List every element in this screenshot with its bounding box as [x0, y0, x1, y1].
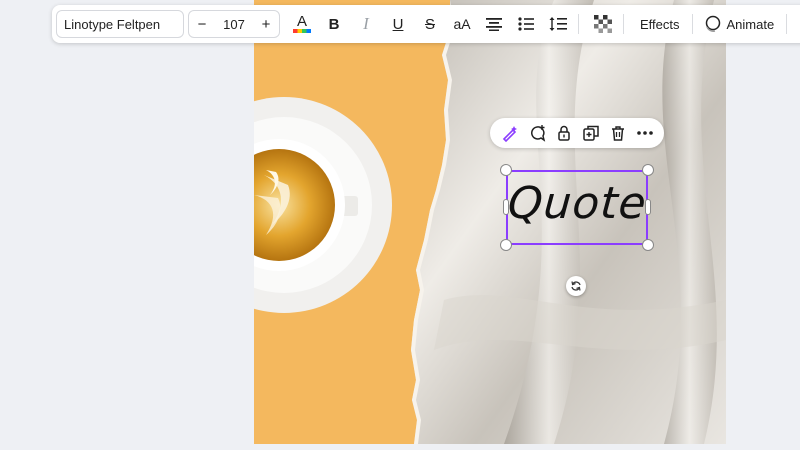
- letter-case-label: aA: [453, 16, 471, 32]
- page-background: [254, 0, 726, 444]
- bold-button[interactable]: B: [320, 10, 348, 38]
- animate-icon: [705, 15, 720, 32]
- resize-handle-bottom-right[interactable]: [642, 239, 654, 251]
- underline-label: U: [392, 15, 404, 33]
- magic-edit-icon[interactable]: [498, 121, 522, 145]
- bold-label: B: [328, 15, 340, 33]
- text-color-letter: A: [296, 13, 307, 30]
- resize-handle-left[interactable]: [503, 199, 509, 215]
- spacing-button[interactable]: [544, 10, 572, 38]
- toolbar-divider: [578, 14, 579, 34]
- more-icon[interactable]: [633, 121, 657, 145]
- list-button[interactable]: [512, 10, 540, 38]
- transparency-button[interactable]: [589, 10, 617, 38]
- selected-text-element[interactable]: Quote: [506, 170, 649, 245]
- italic-button[interactable]: I: [352, 10, 380, 38]
- resize-handle-bottom-left[interactable]: [500, 239, 512, 251]
- toolbar-divider: [623, 14, 624, 34]
- font-size-value[interactable]: 107: [223, 17, 245, 32]
- text-color-swatch-icon: [293, 29, 311, 33]
- toolbar-divider: [691, 14, 693, 34]
- font-family-dropdown[interactable]: Linotype Feltpen: [56, 10, 184, 38]
- comment-icon[interactable]: [525, 121, 549, 145]
- effects-button[interactable]: Effects: [634, 10, 686, 38]
- effects-label: Effects: [640, 16, 680, 32]
- duplicate-icon[interactable]: [579, 121, 603, 145]
- resize-handle-top-left[interactable]: [500, 164, 512, 176]
- toolbar-divider: [786, 14, 788, 34]
- increase-size-button[interactable]: +: [260, 16, 272, 33]
- italic-label: I: [363, 14, 369, 33]
- delete-icon[interactable]: [606, 121, 630, 145]
- transparency-icon: [594, 15, 612, 33]
- text-color-button[interactable]: A: [288, 10, 316, 38]
- design-page[interactable]: [254, 0, 726, 444]
- lock-icon[interactable]: [552, 121, 576, 145]
- line-spacing-icon: [549, 17, 567, 31]
- rotate-icon: [571, 281, 581, 291]
- resize-handle-right[interactable]: [645, 199, 651, 215]
- decrease-size-button[interactable]: −: [196, 16, 208, 33]
- letter-case-button[interactable]: aA: [448, 10, 476, 38]
- animate-button[interactable]: Animate: [703, 10, 781, 38]
- quote-text[interactable]: Quote: [506, 178, 648, 229]
- align-center-icon: [486, 18, 502, 31]
- font-family-label: Linotype Feltpen: [64, 16, 161, 32]
- bullet-list-icon: [518, 17, 534, 31]
- underline-button[interactable]: U: [384, 10, 412, 38]
- strikethrough-label: S: [424, 15, 435, 33]
- strikethrough-button[interactable]: S: [416, 10, 444, 38]
- editor-stage: Linotype Feltpen − 107 + A B I U S aA Ef…: [0, 0, 800, 450]
- font-size-stepper: − 107 +: [188, 10, 280, 38]
- align-center-button[interactable]: [480, 10, 508, 38]
- rotate-handle[interactable]: [566, 276, 586, 296]
- text-toolbar: Linotype Feltpen − 107 + A B I U S aA Ef…: [52, 5, 800, 43]
- animate-label: Animate: [726, 16, 775, 32]
- resize-handle-top-right[interactable]: [642, 164, 654, 176]
- element-quick-actions: [490, 118, 664, 148]
